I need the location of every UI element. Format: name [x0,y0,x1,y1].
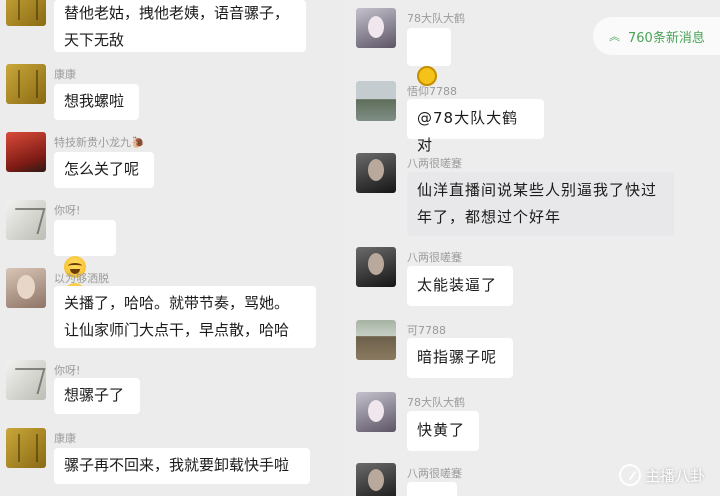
sender-name: 78大队大鹤 [407,396,465,409]
watermark-logo-icon [619,464,641,486]
right-chat-panel[interactable]: 78大队大鹤 悟仰7788 @78大队大鹤 对 八两很嗟蹇 仙洋直播间说某些人别… [345,0,720,496]
avatar[interactable] [6,268,46,308]
avatar[interactable] [356,81,396,121]
message-bubble[interactable]: 骡子再不回来，我就要卸载快手啦 [54,448,310,484]
double-chevron-up-icon: ︽ [609,29,620,43]
message-bubble[interactable] [54,220,116,305]
message-bubble[interactable]: 想我螺啦 [54,84,139,120]
avatar[interactable] [356,247,396,287]
message-bubble[interactable]: 暗指骡子呢 [407,338,513,378]
avatar[interactable] [356,463,396,496]
message-bubble[interactable]: 快黄了 [407,411,479,451]
sender-name: 你呀! [54,204,81,217]
watermark-text: 主播八卦 [645,466,706,485]
sender-name: 八两很嗟蹇 [407,251,462,264]
sender-name: 康康 [54,432,76,445]
avatar[interactable] [6,200,46,240]
avatar[interactable] [6,64,46,104]
message-bubble[interactable]: 太能装逼了 [407,266,513,306]
sender-name: 特技新贵小龙九🐌 [54,136,145,149]
message-bubble[interactable]: 替他老姑，拽他老姨，语音骡子， 天下无敌 [54,0,306,52]
sender-name: 以为够洒脱 [54,272,109,285]
sender-name: 八两很嗟蹇 [407,157,462,170]
avatar[interactable] [356,8,396,48]
sender-name: 康康 [54,68,76,81]
avatar[interactable] [6,0,46,26]
avatar[interactable] [356,392,396,432]
sender-name: 78大队大鹤 [407,12,465,25]
message-bubble[interactable] [407,28,451,86]
watermark: 主播八卦 [619,454,720,496]
message-bubble[interactable] [407,482,457,496]
new-messages-button[interactable]: ︽ 760条新消息 [593,17,720,55]
sender-name: 你呀! [54,364,81,377]
avatar[interactable] [356,153,396,193]
avatar[interactable] [6,428,46,468]
left-chat-panel[interactable]: 替他老姑，拽他老姨，语音骡子， 天下无敌 康康 想我螺啦 特技新贵小龙九🐌 怎么… [0,0,345,496]
message-bubble[interactable]: 想骡子了 [54,378,140,414]
message-bubble[interactable]: 怎么关了呢 [54,152,154,188]
avatar[interactable] [6,132,46,172]
message-bubble[interactable]: 关播了，哈哈。就带节奏，骂她。 让仙家师门大点干，早点散，哈哈 [54,286,316,348]
avatar[interactable] [6,360,46,400]
sender-name: 悟仰7788 [407,85,457,98]
sender-name: 可7788 [407,324,446,337]
sender-name: 八两很嗟蹇 [407,467,462,480]
new-messages-label: 760条新消息 [628,30,705,46]
message-bubble[interactable]: @78大队大鹤 对 [407,99,544,154]
avatar[interactable] [356,320,396,360]
message-bubble[interactable]: 仙洋直播间说某些人别逼我了快过 年了，都想过个好年 [407,172,674,236]
